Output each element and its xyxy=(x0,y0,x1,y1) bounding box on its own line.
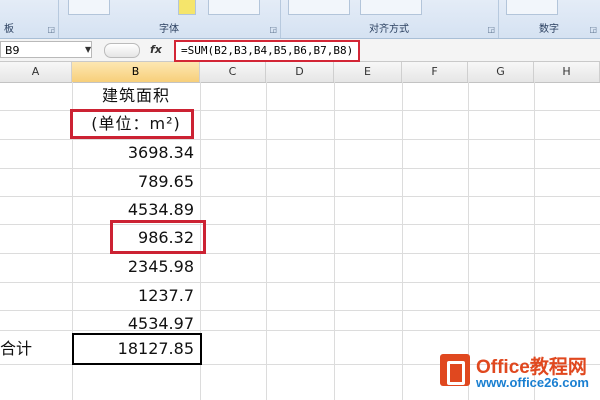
ribbon: 板 ◲ 字体 ◲ 对齐方式 ◲ 数字 ◲ xyxy=(0,0,600,39)
highlight-unit-header xyxy=(70,109,194,139)
highlight-color-button[interactable] xyxy=(178,0,196,15)
column-header-g[interactable]: G xyxy=(468,62,534,82)
cell-b7[interactable]: 1237.7 xyxy=(72,282,200,310)
dialog-launcher-icon[interactable]: ◲ xyxy=(589,25,597,34)
gridline xyxy=(334,82,335,400)
column-header-h[interactable]: H xyxy=(534,62,600,82)
column-headers: A B C D E F G H xyxy=(0,62,600,83)
cell-b3[interactable]: 789.65 xyxy=(72,168,200,196)
chevron-down-icon[interactable]: ▼ xyxy=(85,41,91,58)
column-header-e[interactable]: E xyxy=(334,62,402,82)
column-header-d[interactable]: D xyxy=(266,62,334,82)
logo-url: www.office26.com xyxy=(476,375,589,390)
gridline xyxy=(402,82,403,400)
cell-a9-total-label[interactable]: 合计 xyxy=(0,335,32,363)
highlight-value-b5 xyxy=(110,220,206,254)
align-button[interactable] xyxy=(288,0,350,15)
column-header-c[interactable]: C xyxy=(200,62,266,82)
number-format-button[interactable] xyxy=(506,0,558,15)
ribbon-group-label: 数字 xyxy=(539,24,559,35)
dialog-launcher-icon[interactable]: ◲ xyxy=(269,25,277,34)
formula-bar: B9 ▼ fx =SUM(B2,B3,B4,B5,B6,B7,B8) xyxy=(0,39,600,62)
dialog-launcher-icon[interactable]: ◲ xyxy=(47,25,55,34)
site-logo: Office教程网 www.office26.com xyxy=(440,350,600,400)
cell-b2[interactable]: 3698.34 xyxy=(72,139,200,167)
cell-b6[interactable]: 2345.98 xyxy=(72,253,200,281)
office-logo-icon xyxy=(440,354,470,386)
ribbon-group-alignment: 对齐方式 ◲ xyxy=(280,0,499,38)
formula-input[interactable]: =SUM(B2,B3,B4,B5,B6,B7,B8) xyxy=(174,40,361,62)
name-box[interactable]: B9 xyxy=(0,41,92,58)
formula-bar-expander[interactable] xyxy=(104,43,140,58)
active-cell-border xyxy=(72,333,202,365)
dialog-launcher-icon[interactable]: ◲ xyxy=(487,25,495,34)
column-header-f[interactable]: F xyxy=(402,62,468,82)
orientation-button[interactable] xyxy=(360,0,422,15)
ribbon-group-number: 数字 ◲ xyxy=(498,0,600,38)
column-header-a[interactable]: A xyxy=(0,62,72,82)
cell-b1-line1[interactable]: 建筑面积 xyxy=(72,82,200,110)
column-header-b[interactable]: B xyxy=(72,62,200,82)
ribbon-group-clipboard: 板 ◲ xyxy=(0,0,59,38)
font-color-button[interactable] xyxy=(208,0,260,15)
font-button[interactable] xyxy=(68,0,110,15)
ribbon-group-font: 字体 ◲ xyxy=(58,0,281,38)
gridline xyxy=(266,82,267,400)
ribbon-group-label: 字体 xyxy=(159,24,179,35)
ribbon-group-label: 对齐方式 xyxy=(369,24,409,35)
insert-function-icon[interactable]: fx xyxy=(150,41,162,58)
